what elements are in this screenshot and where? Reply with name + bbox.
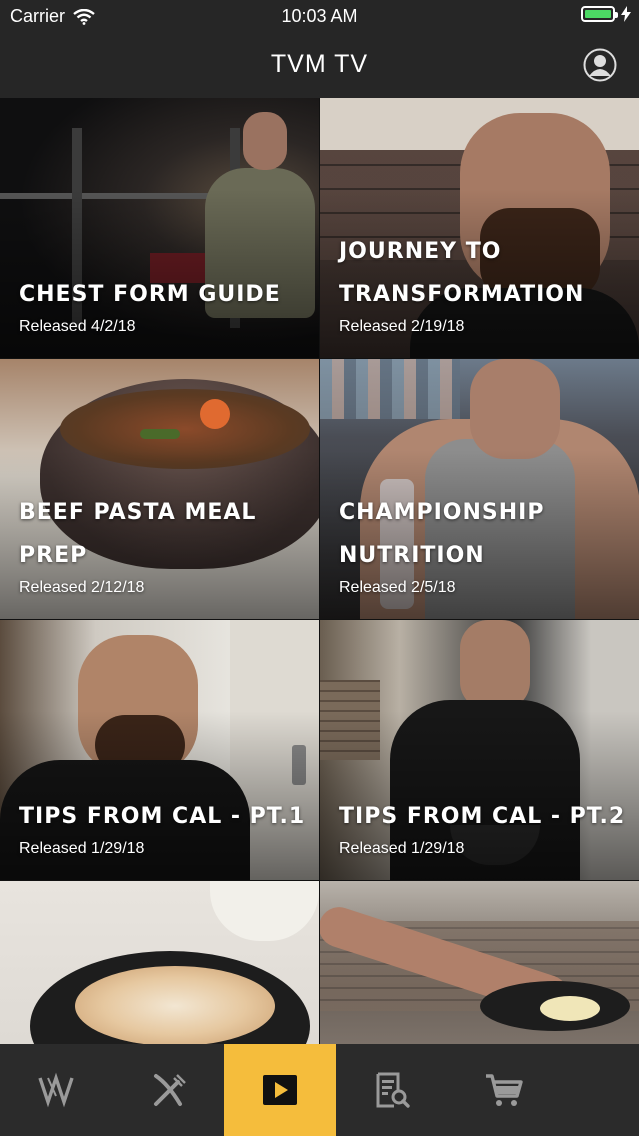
tab-nutrition[interactable] (112, 1044, 224, 1136)
cart-icon (486, 1074, 523, 1106)
video-title: TIPS FROM CAL - PT.2 (339, 804, 626, 829)
tab-shop[interactable] (448, 1044, 560, 1136)
video-title: TIPS FROM CAL - PT.1 (19, 804, 306, 829)
tab-bar (0, 1044, 639, 1136)
video-grid: CHEST FORM GUIDE Released 4/2/18 JOURNEY… (0, 98, 639, 1044)
video-tile-tips-from-cal-pt1[interactable]: TIPS FROM CAL - PT.1 Released 1/29/18 (0, 620, 319, 880)
release-date: Released 2/19/18 (339, 318, 465, 335)
play-icon (263, 1075, 297, 1105)
video-tile-journey-to-transformation[interactable]: JOURNEY TO TRANSFORMATION Released 2/19/… (320, 98, 639, 358)
battery-group (581, 6, 631, 22)
profile-icon[interactable] (583, 48, 617, 82)
fork-knife-icon (154, 1074, 186, 1106)
video-tile-championship-nutrition[interactable]: CHAMPIONSHIP NUTRITION Released 2/5/18 (320, 359, 639, 619)
search-document-icon (376, 1072, 410, 1108)
release-date: Released 4/2/18 (19, 318, 136, 335)
video-title: BEEF PASTA MEAL PREP (19, 500, 257, 568)
video-title: CHAMPIONSHIP NUTRITION (339, 500, 545, 568)
status-bar: Carrier 10:03 AM (0, 0, 639, 34)
release-date: Released 1/29/18 (339, 840, 465, 857)
video-title: CHEST FORM GUIDE (19, 282, 281, 307)
tab-articles[interactable] (336, 1044, 448, 1136)
video-tile-chest-form-guide[interactable]: CHEST FORM GUIDE Released 4/2/18 (0, 98, 319, 358)
release-date: Released 1/29/18 (19, 840, 145, 857)
charging-bolt-icon (621, 6, 631, 22)
page-title: TVM TV (270, 50, 369, 78)
video-title: JOURNEY TO TRANSFORMATION (339, 239, 585, 307)
release-date: Released 2/5/18 (339, 579, 456, 596)
video-tile-7[interactable] (0, 881, 319, 1044)
nav-bar: TVM TV (0, 34, 639, 98)
video-tile-tips-from-cal-pt2[interactable]: TIPS FROM CAL - PT.2 Released 1/29/18 (320, 620, 639, 880)
logo-icon (38, 1072, 74, 1108)
video-tile-8[interactable] (320, 881, 639, 1044)
battery-icon (581, 6, 618, 22)
release-date: Released 2/12/18 (19, 579, 145, 596)
tab-tv[interactable] (224, 1044, 336, 1136)
video-tile-beef-pasta-meal-prep[interactable]: BEEF PASTA MEAL PREP Released 2/12/18 (0, 359, 319, 619)
tab-home[interactable] (0, 1044, 112, 1136)
clock: 10:03 AM (281, 6, 358, 26)
